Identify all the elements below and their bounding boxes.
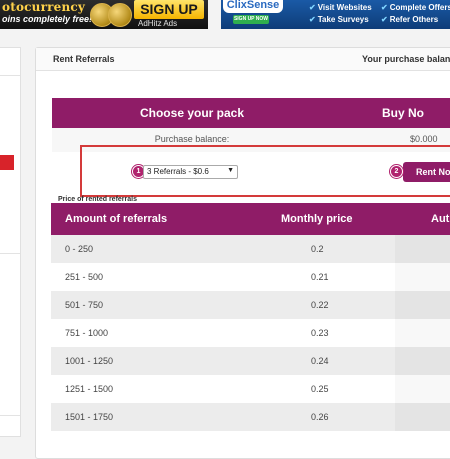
auto-cell	[395, 263, 450, 291]
ad-signup-now-button[interactable]: SIGN UP NOW	[233, 15, 269, 24]
sidebar-active-item[interactable]	[0, 155, 14, 170]
referral-amount-cell: 1001 - 1250	[65, 356, 114, 366]
dropdown-arrow-icon: ▼	[227, 167, 234, 174]
rent-now-button[interactable]: Rent No	[403, 162, 450, 182]
sidebar-divider	[0, 253, 20, 254]
referral-amount-cell: 1251 - 1500	[65, 384, 114, 394]
monthly-price-cell: 0.25	[311, 384, 329, 394]
table-row: 751 - 1000 0.23	[51, 319, 450, 347]
buy-now-heading: Buy No	[382, 106, 424, 120]
ad-bullet-item: ✔ Complete Offers	[381, 3, 450, 12]
step-badge-2: 2	[390, 165, 403, 178]
check-icon: ✔	[309, 15, 316, 24]
monthly-price-cell: 0.2	[311, 244, 324, 254]
table-row: 1001 - 1250 0.24	[51, 347, 450, 375]
table-row: 1501 - 1750 0.26	[51, 403, 450, 431]
purchase-balance-header: Your purchase balance	[362, 54, 450, 64]
auto-column-header: Aut	[431, 213, 450, 225]
referral-amount-cell: 0 - 250	[65, 244, 94, 254]
ad-signup-button[interactable]: SIGN UP	[134, 0, 204, 19]
auto-cell	[395, 375, 450, 403]
sidebar-divider	[0, 75, 20, 76]
monthly-price-column-header: Monthly price	[281, 213, 353, 225]
left-sidebar	[0, 47, 21, 437]
referral-amount-cell: 751 - 1000	[65, 328, 109, 338]
auto-cell	[395, 347, 450, 375]
page-title: Rent Referrals	[53, 54, 115, 64]
amount-column-header: Amount of referrals	[65, 213, 168, 225]
referral-amount-cell: 1501 - 1750	[65, 412, 114, 422]
sidebar-divider	[0, 415, 20, 416]
table-row: 251 - 500 0.21	[51, 263, 450, 291]
price-table-header: Amount of referrals Monthly price Aut	[51, 203, 450, 235]
auto-cell	[395, 403, 450, 431]
choose-pack-heading: Choose your pack	[139, 106, 245, 120]
table-row: 1251 - 1500 0.25	[51, 375, 450, 403]
purchase-balance-label: Purchase balance:	[154, 134, 230, 144]
price-table-caption: Price of rented referrals	[58, 196, 137, 203]
ad-bullet-item: ✔ Visit Websites	[309, 3, 372, 12]
clixsense-ad-banner[interactable]: ClixSense SIGN UP NOW ✔ Visit Websites ✔ C…	[221, 0, 450, 29]
monthly-price-cell: 0.22	[311, 300, 329, 310]
monthly-price-cell: 0.21	[311, 272, 329, 282]
pack-table-header: Choose your pack Buy No	[52, 98, 450, 128]
auto-cell	[395, 235, 450, 263]
check-icon: ✔	[309, 3, 316, 12]
pack-select-dropdown[interactable]: 3 Referrals - $0.6 ▼	[143, 165, 238, 179]
monthly-price-cell: 0.24	[311, 356, 329, 366]
check-icon: ✔	[381, 3, 388, 12]
coin-icon	[108, 3, 132, 27]
selected-pack-value: 3 Referrals - $0.6	[147, 167, 209, 176]
purchase-balance-value: $0.000	[410, 134, 438, 144]
table-row: 0 - 250 0.2	[51, 235, 450, 263]
ad-subtitle: oins completely free!	[2, 14, 93, 24]
ad-bullet-item: ✔ Refer Others	[381, 15, 439, 24]
ad-title: otocurrency	[2, 0, 86, 14]
monthly-price-cell: 0.26	[311, 412, 329, 422]
referral-amount-cell: 251 - 500	[65, 272, 104, 282]
panel-header: Rent Referrals Your purchase balance	[36, 48, 450, 71]
table-row: 501 - 750 0.22	[51, 291, 450, 319]
monthly-price-cell: 0.23	[311, 328, 329, 338]
crypto-ad-banner[interactable]: otocurrency oins completely free! SIGN U…	[0, 0, 208, 29]
ad-network-label: AdHitz Ads	[138, 19, 178, 28]
ad-bullet-item: ✔ Take Surveys	[309, 15, 369, 24]
ad-brand-logo: ClixSense	[223, 0, 283, 13]
auto-cell	[395, 319, 450, 347]
referral-amount-cell: 501 - 750	[65, 300, 104, 310]
auto-cell	[395, 291, 450, 319]
check-icon: ✔	[381, 15, 388, 24]
